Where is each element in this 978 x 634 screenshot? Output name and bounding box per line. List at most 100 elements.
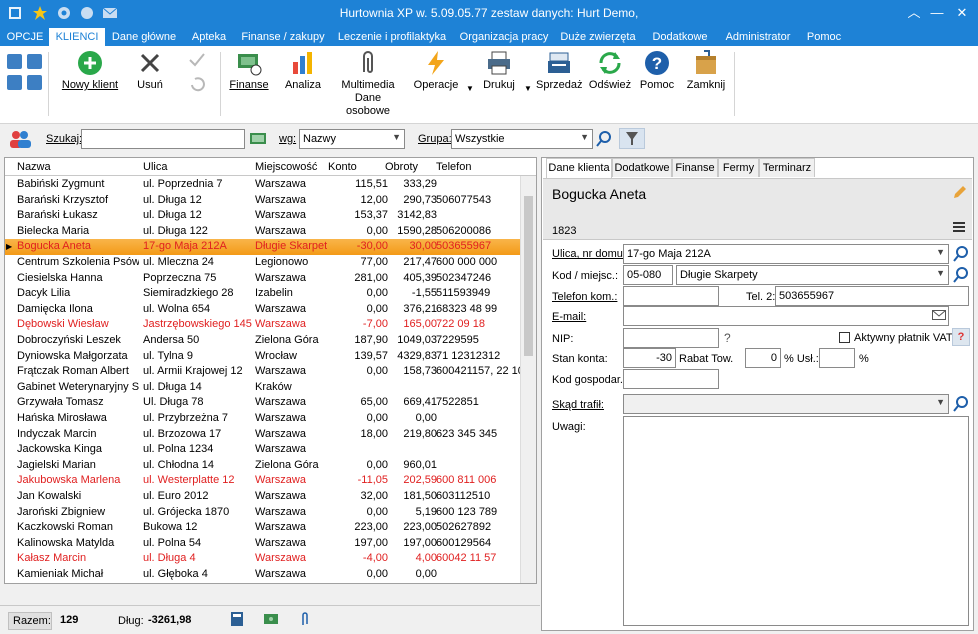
table-row[interactable]: Jackowska Kinga ul. Polna 1234 Warszawa bbox=[5, 442, 522, 458]
zamknij-button[interactable]: Zamknij bbox=[684, 50, 728, 92]
telefon-kom-input[interactable] bbox=[623, 286, 719, 306]
table-row[interactable]: Frątczak Roman Albert ul. Armii Krajowej … bbox=[5, 364, 522, 380]
usl-input[interactable] bbox=[819, 348, 855, 368]
menu-klienci[interactable]: KLIENCI bbox=[49, 28, 105, 46]
finanse-button[interactable]: Finanse bbox=[228, 50, 270, 92]
wg-select[interactable]: Nazwy ▼ bbox=[299, 129, 405, 149]
table-row[interactable]: Kalinowska Matylda ul. Polna 54 Warszawa 19… bbox=[5, 536, 522, 552]
menu-duze-zwierzeta[interactable]: Duże zwierzęta bbox=[558, 28, 638, 46]
delete-button[interactable]: Usuń bbox=[130, 50, 170, 92]
tab-terminarz[interactable]: Terminarz bbox=[759, 158, 815, 177]
scrollbar-thumb[interactable] bbox=[524, 196, 533, 356]
menu-dodatkowe[interactable]: Dodatkowe bbox=[647, 28, 713, 46]
table-row[interactable]: Indyczak Marcin ul. Brzozowa 17 Warszawa 18… bbox=[5, 427, 522, 443]
drukuj-button[interactable]: Drukuj bbox=[478, 50, 520, 92]
table-row[interactable]: Hańska Mirosława ul. Przybrzeżna 7 Warszaw… bbox=[5, 411, 522, 427]
table-row[interactable]: Dębowski Wiesław Jastrzębowskiego 145 Wars… bbox=[5, 317, 522, 333]
col-ulica[interactable]: Ulica bbox=[143, 161, 167, 173]
table-row[interactable]: Dyniowska Małgorzata ul. Tylna 9 Wrocław 13… bbox=[5, 349, 522, 365]
filter-button[interactable] bbox=[619, 128, 645, 149]
close-icon[interactable]: ✕ bbox=[952, 4, 972, 22]
col-telefon[interactable]: Telefon bbox=[436, 161, 471, 173]
table-row[interactable]: ▶ Bogucka Aneta 17-go Maja 212A Długie Skar… bbox=[5, 239, 522, 255]
table-row[interactable]: Jagielski Marian ul. Chłodna 14 Zielona Gó… bbox=[5, 458, 522, 474]
table-row[interactable]: Jan Kowalski ul. Euro 2012 Warszawa 32,00 18… bbox=[5, 489, 522, 505]
col-obroty[interactable]: Obroty bbox=[385, 161, 418, 173]
search-options-icon[interactable] bbox=[249, 130, 267, 149]
analiza-button[interactable]: Analiza bbox=[282, 50, 324, 92]
uwagi-textarea[interactable] bbox=[623, 416, 969, 626]
search-icon[interactable] bbox=[952, 245, 970, 263]
multimedia-button[interactable]: Multimedia Dane osobowe bbox=[332, 50, 404, 118]
table-row[interactable]: Dobroczyński Leszek Andersa 50 Zielona Gór… bbox=[5, 333, 522, 349]
table-row[interactable]: Gabinet Weterynaryjny Sev ul. Długa 14 Kra… bbox=[5, 380, 522, 396]
drukuj-dropdown-icon[interactable]: ▼ bbox=[524, 84, 532, 93]
table-row[interactable]: Bielecka Maria ul. Długa 122 Warszawa 0,00 1… bbox=[5, 224, 522, 240]
kod-pocztowy-input[interactable]: 05-080 bbox=[623, 265, 673, 285]
pencil-icon[interactable] bbox=[952, 184, 968, 203]
paperclip-icon[interactable] bbox=[300, 611, 310, 630]
new-client-button[interactable]: Nowy klient bbox=[56, 50, 124, 92]
kod-gospodar-input[interactable] bbox=[623, 369, 719, 389]
table-row[interactable]: Kamieniak Michał ul. Głęboka 4 Warszawa 0,0… bbox=[5, 567, 522, 583]
prev-record-icon[interactable] bbox=[7, 75, 22, 90]
nip-help-icon[interactable]: ? bbox=[724, 331, 731, 345]
email-input[interactable] bbox=[623, 306, 949, 326]
hamburger-menu-icon[interactable] bbox=[952, 221, 966, 236]
cash-icon[interactable] bbox=[263, 613, 279, 628]
search-input[interactable] bbox=[81, 129, 245, 149]
table-row[interactable]: Jakubowska Marlena ul. Westerplatte 12 War… bbox=[5, 473, 522, 489]
table-row[interactable]: Centrum Szkolenia Psów Fl ul. Mleczna 24 L… bbox=[5, 255, 522, 271]
search-icon[interactable] bbox=[595, 130, 613, 151]
table-row[interactable]: Ciesielska Hanna Poprzeczna 75 Warszawa 281… bbox=[5, 271, 522, 287]
chevron-up-icon[interactable]: ︿ bbox=[904, 4, 924, 22]
table-row[interactable]: Babiński Zygmunt ul. Poprzednia 7 Warszawa… bbox=[5, 177, 522, 193]
tab-fermy[interactable]: Fermy bbox=[718, 158, 759, 177]
table-row[interactable]: Barański Łukasz ul. Długa 12 Warszawa 153,3… bbox=[5, 208, 522, 224]
vat-checkbox[interactable] bbox=[839, 332, 850, 343]
table-row[interactable]: Grzywała Tomasz Ul. Długa 78 Warszawa 65,00… bbox=[5, 395, 522, 411]
grid-scrollbar[interactable] bbox=[520, 176, 536, 583]
last-record-icon[interactable] bbox=[27, 54, 42, 69]
table-row[interactable]: Dacyk Lilia Siemiradzkiego 28 Izabelin 0,00… bbox=[5, 286, 522, 302]
tel2-input[interactable]: 503655967 bbox=[775, 286, 969, 306]
table-row[interactable]: Kałasz Marcin ul. Długa 4 Warszawa -4,00 4,0… bbox=[5, 551, 522, 567]
skad-combo[interactable]: ▼ bbox=[623, 394, 949, 414]
odswiez-button[interactable]: Odśwież bbox=[588, 50, 632, 92]
menu-pomoc[interactable]: Pomoc bbox=[803, 28, 845, 46]
menu-organizacja[interactable]: Organizacja pracy bbox=[458, 28, 550, 46]
menu-dane-glowne[interactable]: Dane główne bbox=[109, 28, 179, 46]
grupa-select[interactable]: Wszystkie ▼ bbox=[451, 129, 593, 149]
mail-icon[interactable] bbox=[932, 309, 950, 327]
tab-dane-klienta[interactable]: Dane klienta bbox=[546, 158, 612, 178]
menu-leczenie[interactable]: Leczenie i profilaktyka bbox=[336, 28, 448, 46]
menu-administrator[interactable]: Administrator bbox=[719, 28, 797, 46]
menu-opcje[interactable]: OPCJE bbox=[4, 28, 46, 46]
confirm-button[interactable] bbox=[182, 50, 212, 96]
miejscowosc-combo[interactable]: Długie Skarpety ▼ bbox=[676, 265, 949, 285]
stan-konta-input[interactable]: -30 bbox=[623, 348, 676, 368]
col-miejscowosc[interactable]: Miejscowość bbox=[255, 161, 317, 173]
search-icon[interactable] bbox=[952, 266, 970, 284]
table-row[interactable]: Jaroński Zbigniew ul. Grójecka 1870 Warsza… bbox=[5, 505, 522, 521]
menu-apteka[interactable]: Apteka bbox=[186, 28, 232, 46]
col-nazwa[interactable]: Nazwa bbox=[17, 161, 51, 173]
sprzedaz-button[interactable]: Sprzedaż bbox=[536, 50, 582, 92]
col-konto[interactable]: Konto bbox=[328, 161, 357, 173]
operacje-button[interactable]: Operacje bbox=[412, 50, 460, 92]
table-row[interactable]: Damięcka Ilona ul. Wolna 654 Warszawa 0,00 3… bbox=[5, 302, 522, 318]
menu-finanse-zakupy[interactable]: Finanse / zakupy bbox=[238, 28, 328, 46]
tab-dodatkowe[interactable]: Dodatkowe bbox=[612, 158, 672, 177]
search-icon[interactable] bbox=[952, 395, 970, 413]
operacje-dropdown-icon[interactable]: ▼ bbox=[466, 84, 474, 93]
minimize-icon[interactable]: — bbox=[927, 4, 947, 22]
table-row[interactable]: Barański Krzysztof ul. Długa 12 Warszawa 12… bbox=[5, 193, 522, 209]
calculator-icon[interactable] bbox=[230, 611, 244, 630]
vat-help-button[interactable]: ? bbox=[952, 328, 970, 346]
table-row[interactable]: Kaczkowski Roman Bukowa 12 Warszawa 223,00 2… bbox=[5, 520, 522, 536]
rabat-input[interactable]: 0 bbox=[745, 348, 781, 368]
pomoc-button[interactable]: ? Pomoc bbox=[638, 50, 676, 92]
tab-finanse[interactable]: Finanse bbox=[672, 158, 718, 177]
next-record-icon[interactable] bbox=[27, 75, 42, 90]
nip-input[interactable] bbox=[623, 328, 719, 348]
